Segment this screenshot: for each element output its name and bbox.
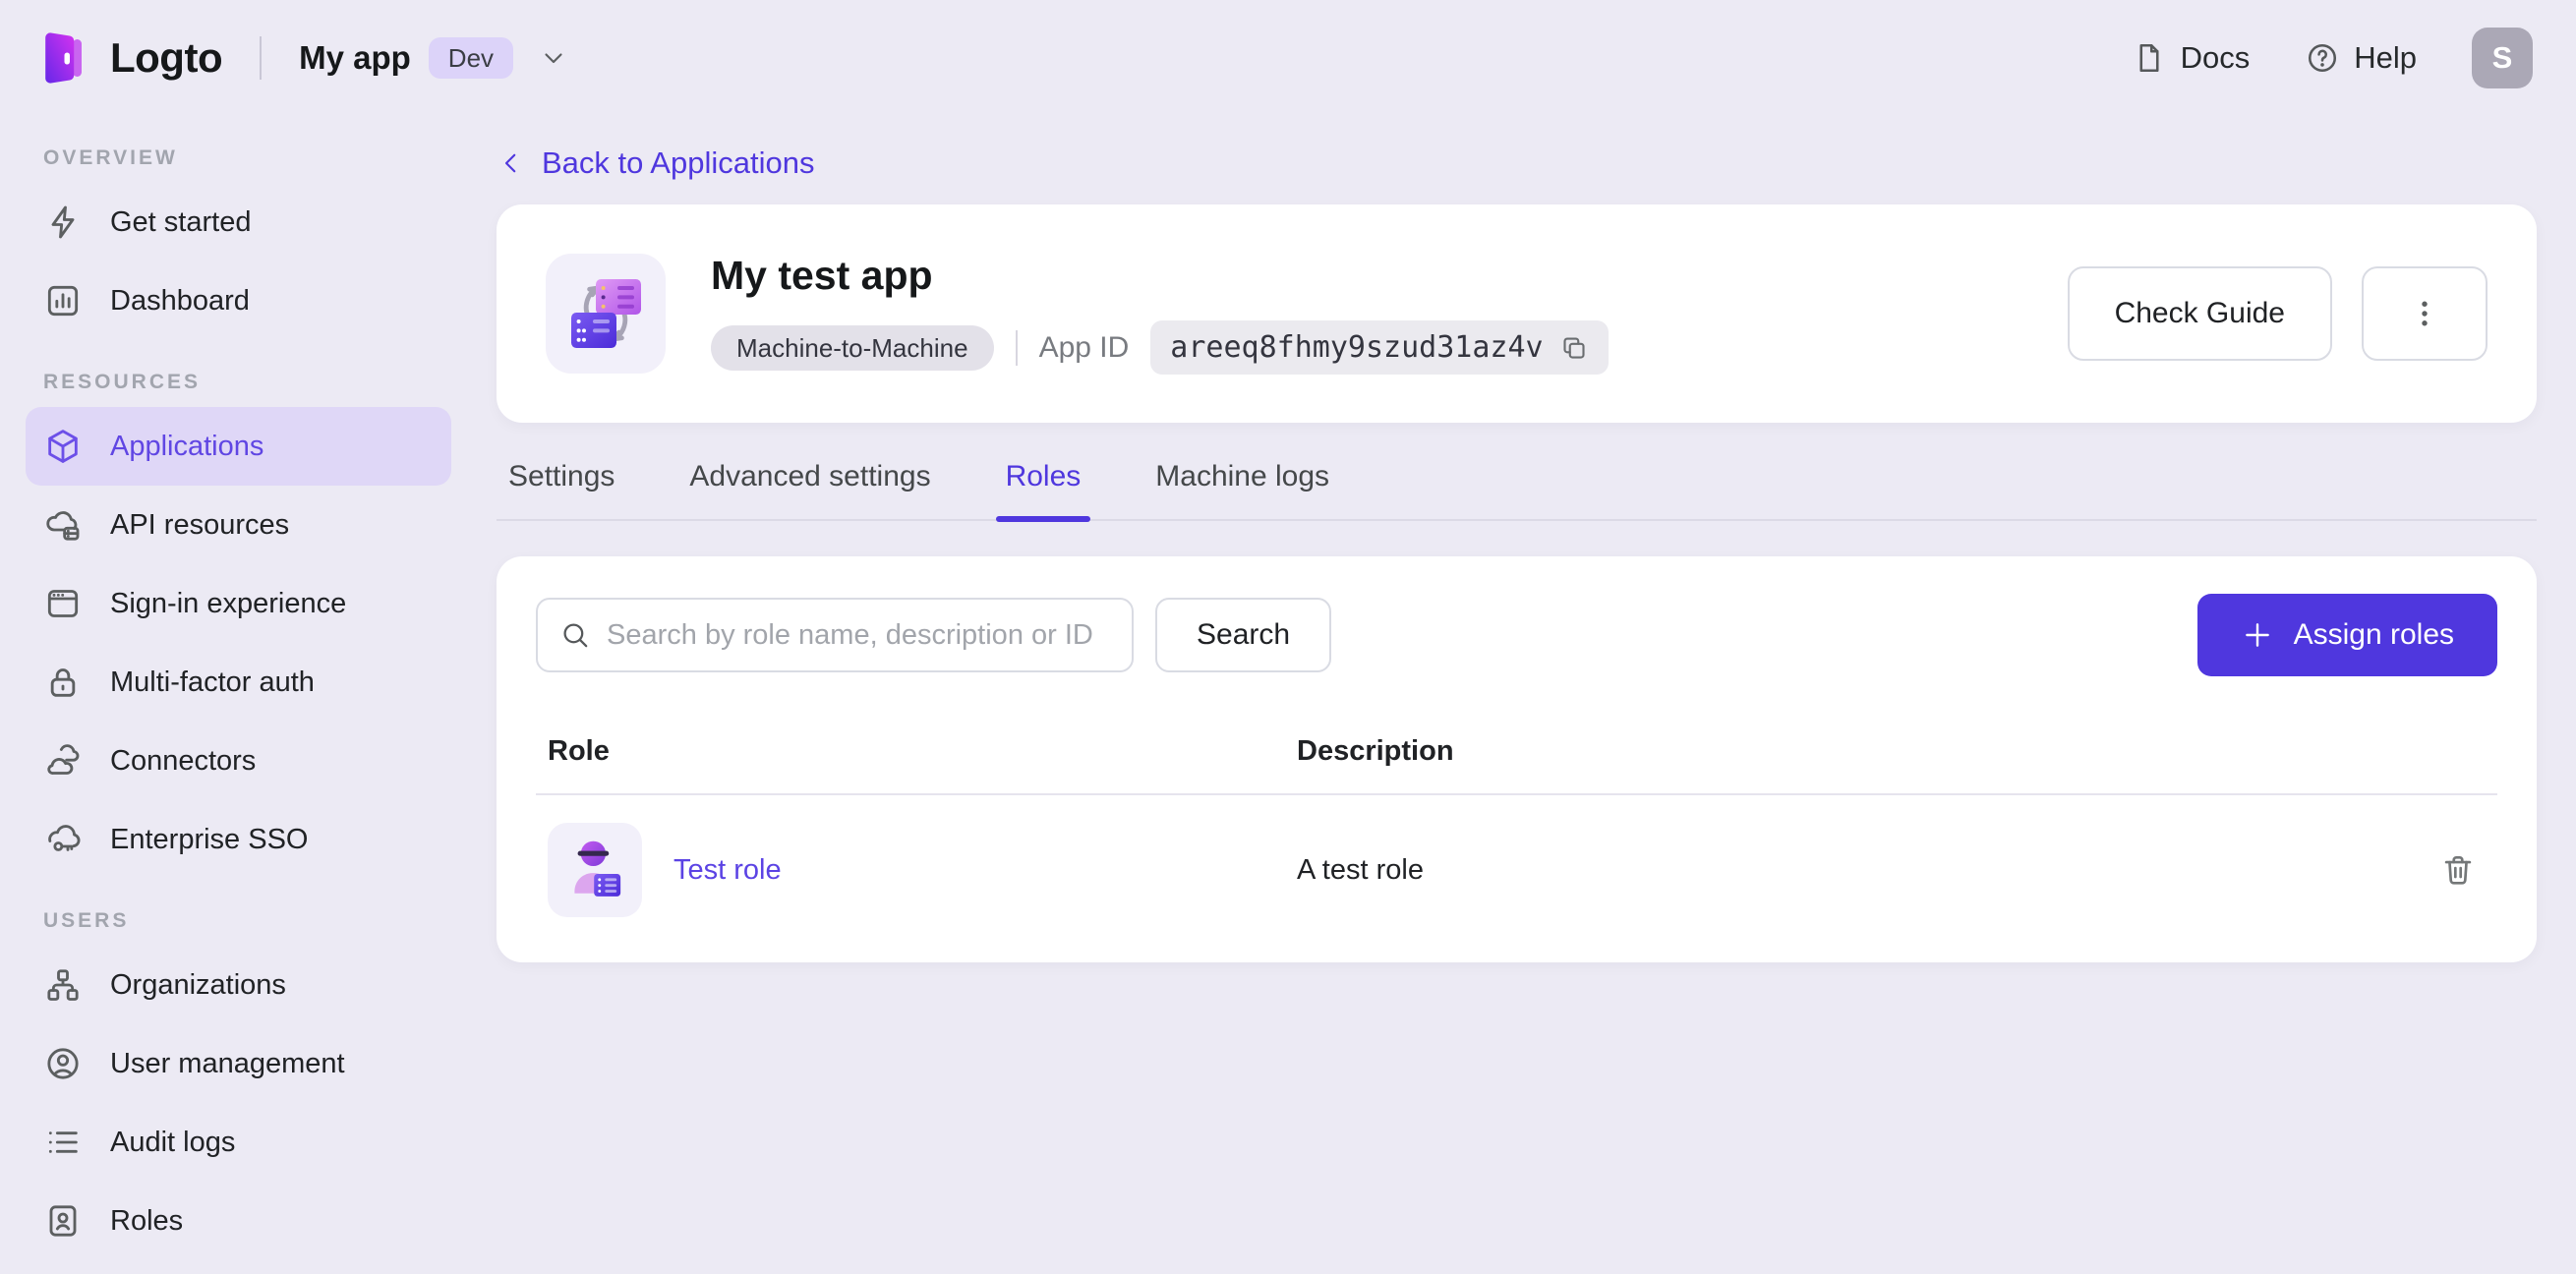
more-actions-button[interactable]	[2362, 266, 2488, 361]
user-avatar[interactable]: S	[2472, 28, 2533, 88]
topbar-divider	[260, 36, 263, 80]
help-label: Help	[2354, 40, 2417, 75]
sidebar-item-applications[interactable]: Applications	[26, 407, 451, 486]
machine-role-icon	[548, 823, 642, 917]
role-search-input[interactable]	[607, 618, 1110, 652]
sidebar-item-multi-factor-auth[interactable]: Multi-factor auth	[26, 643, 451, 722]
sidebar-item-user-management[interactable]: User management	[26, 1024, 451, 1103]
machine-to-machine-app-icon	[546, 254, 666, 374]
sidebar-item-roles[interactable]: Roles	[26, 1182, 451, 1260]
section-label-users: USERS	[43, 909, 130, 932]
app-id-value: areeq8fhmy9szud31az4v	[1170, 330, 1544, 365]
section-label-overview: OVERVIEW	[43, 146, 178, 169]
table-row: Test role A test role	[536, 795, 2497, 953]
role-search-box	[536, 598, 1134, 672]
app-type-tag: Machine-to-Machine	[711, 324, 994, 371]
roles-panel: Search Assign roles Role Description Tes…	[497, 556, 2537, 962]
list-icon	[43, 1123, 83, 1162]
kebab-menu-icon	[2407, 296, 2442, 331]
tab-roles[interactable]: Roles	[995, 460, 1090, 522]
role-name-link[interactable]: Test role	[673, 854, 782, 887]
topbar: Logto My app Dev Docs Help S	[0, 0, 2576, 116]
copy-icon	[1559, 333, 1589, 363]
back-to-applications-link[interactable]: Back to Applications	[497, 145, 814, 181]
document-icon	[2132, 40, 2167, 76]
org-chart-icon	[43, 965, 83, 1005]
sidebar-item-get-started[interactable]: Get started	[26, 183, 451, 261]
chevron-left-icon	[497, 148, 526, 178]
delete-role-button[interactable]	[2430, 842, 2486, 898]
meta-divider	[1015, 329, 1018, 366]
sidebar-item-dashboard[interactable]: Dashboard	[26, 261, 451, 340]
sidebar-item-api-resources[interactable]: API resources	[26, 486, 451, 564]
column-header-description: Description	[1297, 735, 1454, 767]
tenant-name: My app	[299, 39, 411, 76]
app-detail-tabs: Settings Advanced settings Roles Machine…	[497, 460, 2537, 522]
tab-machine-logs[interactable]: Machine logs	[1155, 460, 1329, 519]
section-label-resources: RESOURCES	[43, 371, 202, 393]
search-button[interactable]: Search	[1155, 598, 1332, 672]
app-header-card: My test app Machine-to-Machine App ID ar…	[497, 204, 2537, 423]
user-circle-icon	[43, 1044, 83, 1083]
app-title: My test app	[711, 253, 933, 298]
docs-label: Docs	[2180, 40, 2251, 75]
env-badge: Dev	[428, 37, 514, 79]
id-card-icon	[43, 1201, 83, 1241]
question-circle-icon	[2305, 40, 2340, 76]
browser-icon	[43, 584, 83, 623]
docs-link[interactable]: Docs	[2132, 40, 2251, 76]
clouds-icon	[43, 741, 83, 781]
tab-settings[interactable]: Settings	[508, 460, 615, 519]
sidebar-item-connectors[interactable]: Connectors	[26, 722, 451, 800]
sidebar-item-audit-logs[interactable]: Audit logs	[26, 1103, 451, 1182]
roles-table-header: Role Description	[536, 718, 2497, 795]
assign-roles-button[interactable]: Assign roles	[2196, 594, 2497, 676]
trash-icon	[2439, 851, 2477, 889]
logto-logo-icon	[39, 31, 88, 85]
cloud-box-icon	[43, 505, 83, 545]
logto-brand[interactable]: Logto	[39, 31, 223, 85]
search-icon	[559, 619, 591, 651]
sidebar: OVERVIEW Get started Dashboard RESOURCES…	[0, 116, 477, 1274]
check-guide-button[interactable]: Check Guide	[2067, 266, 2332, 361]
cube-icon	[43, 427, 83, 466]
sidebar-item-organizations[interactable]: Organizations	[26, 946, 451, 1024]
app-id-copy-pill[interactable]: areeq8fhmy9szud31az4v	[1150, 320, 1609, 375]
tenant-switcher[interactable]: My app Dev	[299, 37, 568, 79]
sidebar-item-enterprise-sso[interactable]: Enterprise SSO	[26, 800, 451, 879]
plus-icon	[2241, 618, 2274, 652]
app-id-label: App ID	[1038, 330, 1130, 364]
lightning-icon	[43, 203, 83, 242]
help-link[interactable]: Help	[2305, 40, 2417, 76]
main-content: Back to Applications My test app Machine…	[497, 116, 2537, 1274]
lock-icon	[43, 663, 83, 702]
tab-advanced-settings[interactable]: Advanced settings	[689, 460, 930, 519]
role-description: A test role	[1297, 853, 1424, 886]
column-header-role: Role	[548, 735, 610, 767]
bar-chart-icon	[43, 281, 83, 320]
sidebar-item-sign-in-experience[interactable]: Sign-in experience	[26, 564, 451, 643]
chevron-down-icon	[539, 43, 568, 73]
roles-table: Role Description Test role A test role	[536, 718, 2497, 953]
brand-name: Logto	[110, 34, 223, 81]
cloud-key-icon	[43, 820, 83, 859]
avatar-initial: S	[2491, 40, 2513, 75]
